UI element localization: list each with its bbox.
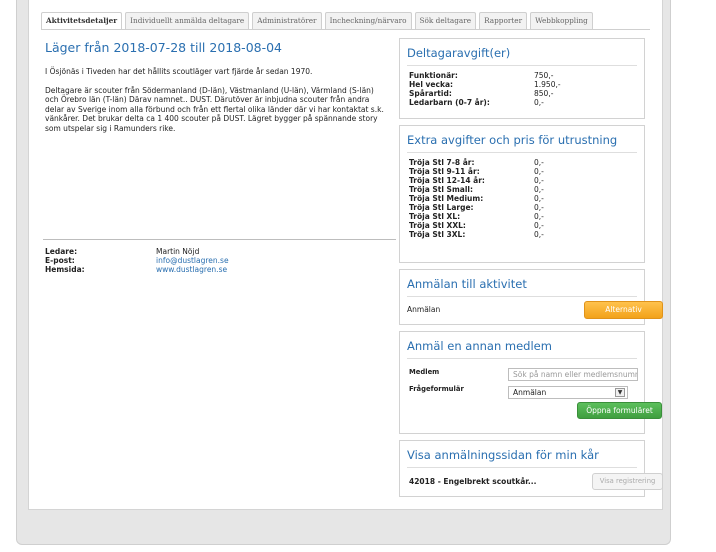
unit-name: 42018 - Engelbrekt scoutkår... <box>409 477 537 486</box>
tab-incheckning[interactable]: Incheckning/närvaro <box>324 12 412 29</box>
page-shell: Aktivitetsdetaljer Individuellt anmälda … <box>16 0 671 545</box>
signup-label: Anmälan <box>407 305 441 314</box>
tab-aktivitetsdetaljer[interactable]: Aktivitetsdetaljer <box>41 12 123 30</box>
list-item: Tröja Stl Medium: 0,- <box>409 194 544 203</box>
list-item: Spårartid: 850,- <box>409 89 554 98</box>
description-paragraph: I Ösjönäs i Tiveden har det hållits scou… <box>45 67 313 76</box>
form-label: Frågeformulär <box>409 385 464 393</box>
activity-title: Läger från 2018-07-28 till 2018-08-04 <box>45 40 283 55</box>
list-item: Ledarbarn (0-7 år): 0,- <box>409 98 544 107</box>
list-item: Hel vecka: 1.950,- <box>409 80 561 89</box>
fees-title: Deltagaravgift(er) <box>407 46 511 60</box>
tab-bar: Aktivitetsdetaljer Individuellt anmälda … <box>41 12 593 30</box>
fees-list: Funktionär: 750,- Hel vecka: 1.950,- Spåra… <box>400 66 644 109</box>
tab-divider <box>41 29 650 30</box>
activity-description: I Ösjönäs i Tiveden har det hållits scou… <box>45 67 385 142</box>
list-item: Tröja Stl 7-8 år: 0,- <box>409 158 544 167</box>
list-item: Tröja Stl XL: 0,- <box>409 212 544 221</box>
alternativ-button[interactable]: Alternativ <box>584 301 663 319</box>
tab-administratorer[interactable]: Administratörer <box>252 12 322 29</box>
leader-name: Martin Nöjd <box>156 247 200 256</box>
extras-box: Extra avgifter och pris för utrustning T… <box>399 125 645 263</box>
content-panel: Aktivitetsdetaljer Individuellt anmälda … <box>28 0 663 510</box>
email-link[interactable]: info@dustlagren.se <box>156 256 229 265</box>
contact-divider <box>43 239 396 240</box>
fees-box: Deltagaravgift(er) Funktionär: 750,- Hel … <box>399 38 645 119</box>
member-search-input[interactable]: Sök på namn eller medlemsnummer <box>508 368 638 381</box>
open-form-button[interactable]: Öppna formuläret <box>577 402 662 419</box>
tab-sok-deltagare[interactable]: Sök deltagare <box>414 12 477 29</box>
tab-individuellt-anmalda[interactable]: Individuellt anmälda deltagare <box>125 12 250 29</box>
website-label: Hemsida: <box>45 265 85 274</box>
signup-page-title: Visa anmälningssidan för min kår <box>407 448 599 462</box>
chevron-down-icon[interactable]: ▼ <box>615 388 625 397</box>
divider <box>407 296 637 297</box>
contact-info: Ledare: Martin Nöjd E-post: info@dustlag… <box>45 247 229 274</box>
leader-label: Ledare: <box>45 247 78 256</box>
divider <box>407 467 637 468</box>
other-member-box: Anmäl en annan medlem Medlem Sök på namn… <box>399 331 662 434</box>
show-registration-button[interactable]: Visa registrering <box>592 473 663 490</box>
form-select-value: Anmälan <box>513 388 547 397</box>
tab-webbkoppling[interactable]: Webbkoppling <box>530 12 593 29</box>
member-label: Medlem <box>409 368 440 376</box>
description-paragraph: Deltagare är scouter från Södermanland (… <box>45 85 384 133</box>
website-link[interactable]: www.dustlagren.se <box>156 265 227 274</box>
other-member-title: Anmäl en annan medlem <box>407 339 552 353</box>
list-item: Tröja Stl 3XL: 0,- <box>409 230 544 239</box>
signup-box: Anmälan till aktivitet Anmälan Alternati… <box>399 269 663 325</box>
list-item: Tröja Stl Small: 0,- <box>409 185 544 194</box>
email-label: E-post: <box>45 256 75 265</box>
form-select[interactable]: Anmälan ▼ <box>508 386 628 399</box>
list-item: Tröja Stl XXL: 0,- <box>409 221 544 230</box>
extras-list: Tröja Stl 7-8 år: 0,- Tröja Stl 9-11 år: 0… <box>400 153 644 241</box>
list-item: Tröja Stl 9-11 år: 0,- <box>409 167 544 176</box>
signup-title: Anmälan till aktivitet <box>407 277 527 291</box>
extras-title: Extra avgifter och pris för utrustning <box>407 133 618 147</box>
list-item: Funktionär: 750,- <box>409 71 554 80</box>
divider <box>407 358 637 359</box>
tab-rapporter[interactable]: Rapporter <box>479 12 528 29</box>
list-item: Tröja Stl Large: 0,- <box>409 203 544 212</box>
signup-page-box: Visa anmälningssidan för min kår 42018 -… <box>399 440 663 497</box>
list-item: Tröja Stl 12-14 år: 0,- <box>409 176 544 185</box>
